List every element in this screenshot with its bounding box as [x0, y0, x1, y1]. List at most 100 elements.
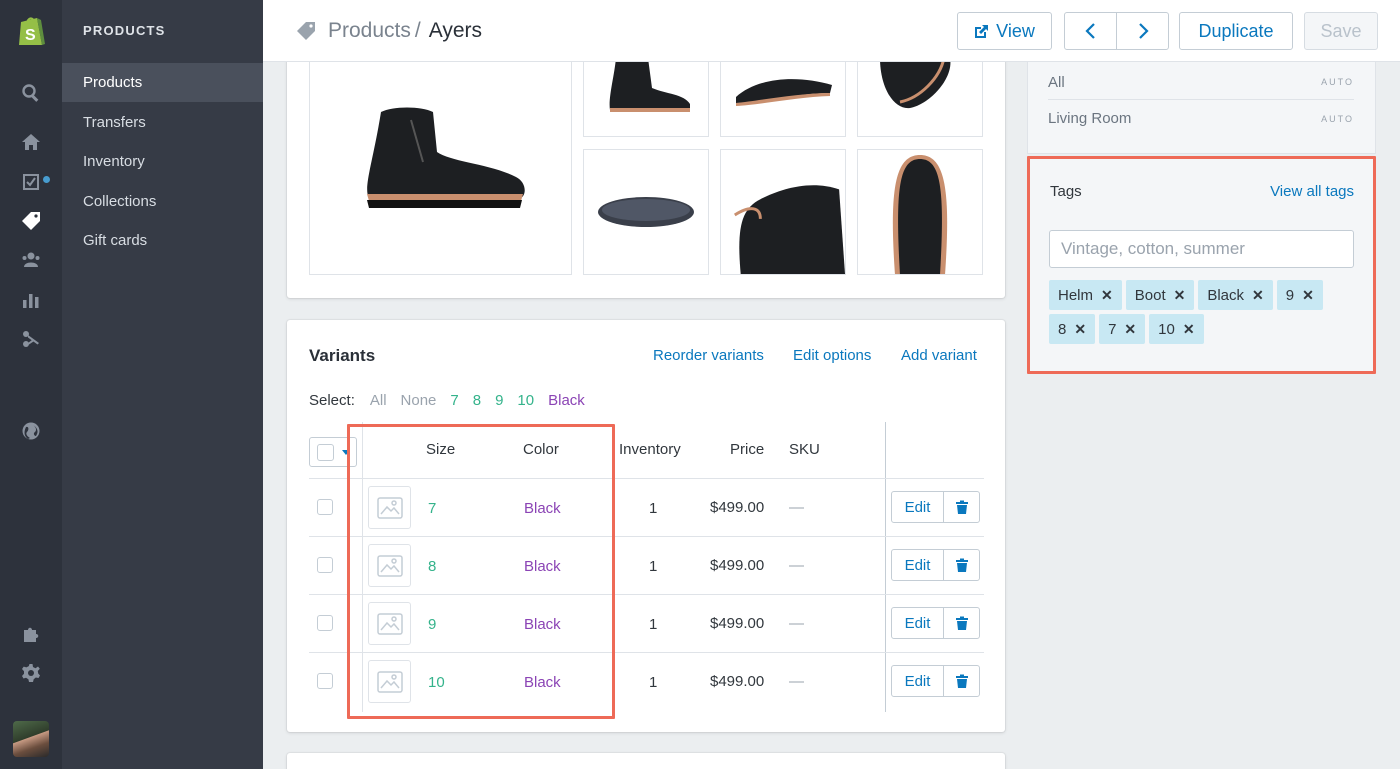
- collection-item[interactable]: All AUTO: [1048, 65, 1354, 100]
- edit-variant-button[interactable]: Edit: [891, 549, 944, 581]
- tag-chip: Helm ✕: [1049, 280, 1122, 310]
- delete-variant-button[interactable]: [943, 665, 980, 697]
- subnav-title: PRODUCTS: [83, 23, 166, 38]
- tag-chip: 8 ✕: [1049, 314, 1096, 344]
- reorder-variants-link[interactable]: Reorder variants: [653, 347, 764, 364]
- select-size-8-link[interactable]: 8: [473, 392, 481, 409]
- variant-image-placeholder[interactable]: [368, 544, 411, 587]
- variant-price: $499.00: [710, 499, 765, 516]
- main-product-image[interactable]: [309, 40, 572, 275]
- variant-size[interactable]: 8: [428, 558, 436, 575]
- variant-row-checkbox[interactable]: [317, 615, 333, 631]
- subnav-item-gift-cards[interactable]: Gift cards: [62, 221, 263, 260]
- top-bar: Products / Ayers View Duplicate Save: [263, 0, 1400, 62]
- column-header-size: Size: [426, 441, 456, 458]
- add-variant-link[interactable]: Add variant: [901, 347, 977, 364]
- image-placeholder-icon: [376, 670, 403, 693]
- tag-label: 8: [1058, 320, 1067, 338]
- user-avatar[interactable]: [13, 721, 49, 757]
- thumbnail-boot-top[interactable]: [857, 149, 983, 275]
- variant-select-row: Select: All None 7 8 9 10 Black: [309, 392, 599, 409]
- view-button-label: View: [996, 20, 1035, 41]
- previous-product-button[interactable]: [1064, 12, 1117, 50]
- variant-color[interactable]: Black: [524, 616, 561, 633]
- subnav-item-transfers[interactable]: Transfers: [62, 103, 263, 142]
- variant-image-placeholder[interactable]: [368, 602, 411, 645]
- reports-icon[interactable]: [19, 288, 43, 312]
- column-header-inventory: Inventory: [619, 441, 681, 458]
- select-size-10-link[interactable]: 10: [517, 392, 534, 409]
- thumbnail-boot-back[interactable]: [720, 149, 846, 275]
- subnav-item-inventory[interactable]: Inventory: [62, 142, 263, 181]
- edit-variant-button[interactable]: Edit: [891, 491, 944, 523]
- tag-chip: 10 ✕: [1149, 314, 1204, 344]
- variant-color[interactable]: Black: [524, 674, 561, 691]
- customers-icon[interactable]: [19, 248, 43, 272]
- delete-variant-button[interactable]: [943, 491, 980, 523]
- variant-size[interactable]: 10: [428, 674, 445, 691]
- products-subnav: PRODUCTS Products Transfers Inventory Co…: [62, 0, 263, 769]
- select-color-black-link[interactable]: Black: [548, 392, 585, 409]
- variant-color[interactable]: Black: [524, 500, 561, 517]
- discounts-icon[interactable]: [19, 327, 43, 351]
- next-product-button[interactable]: [1116, 12, 1169, 50]
- remove-tag-icon[interactable]: ✕: [1124, 321, 1136, 338]
- settings-gear-icon[interactable]: [19, 661, 43, 685]
- remove-tag-icon[interactable]: ✕: [1183, 321, 1195, 338]
- variant-image-placeholder[interactable]: [368, 660, 411, 703]
- tag-label: 7: [1108, 320, 1117, 338]
- subnav-item-products[interactable]: Products: [62, 63, 263, 102]
- remove-tag-icon[interactable]: ✕: [1302, 287, 1314, 304]
- variant-sku: —: [789, 673, 804, 690]
- column-header-sku: SKU: [789, 441, 820, 458]
- variant-row-checkbox[interactable]: [317, 557, 333, 573]
- remove-tag-icon[interactable]: ✕: [1174, 287, 1186, 304]
- home-icon[interactable]: [19, 130, 43, 154]
- edit-variant-button[interactable]: Edit: [891, 665, 944, 697]
- column-header-color: Color: [523, 441, 559, 458]
- variant-size[interactable]: 7: [428, 500, 436, 517]
- tags-input[interactable]: [1049, 230, 1354, 268]
- variant-row-checkbox[interactable]: [317, 673, 333, 689]
- collections-card: All AUTO Living Room AUTO: [1027, 62, 1376, 154]
- delete-variant-button[interactable]: [943, 549, 980, 581]
- apps-puzzle-icon[interactable]: [19, 622, 43, 646]
- orders-icon[interactable]: [19, 170, 43, 194]
- edit-variant-button[interactable]: Edit: [891, 607, 944, 639]
- subnav-item-collections[interactable]: Collections: [62, 182, 263, 221]
- shopify-logo-icon[interactable]: S: [15, 12, 47, 48]
- select-none-link[interactable]: None: [401, 392, 437, 409]
- trash-icon: [955, 558, 968, 572]
- collection-label: All: [1048, 73, 1065, 91]
- remove-tag-icon[interactable]: ✕: [1101, 287, 1113, 304]
- svg-text:S: S: [25, 27, 36, 44]
- duplicate-button[interactable]: Duplicate: [1179, 12, 1293, 50]
- bulk-select-dropdown[interactable]: [309, 437, 357, 467]
- edit-options-link[interactable]: Edit options: [793, 347, 871, 364]
- variant-color[interactable]: Black: [524, 558, 561, 575]
- view-button[interactable]: View: [957, 12, 1052, 50]
- thumbnail-boot-sole[interactable]: [583, 149, 709, 275]
- select-size-7-link[interactable]: 7: [450, 392, 458, 409]
- variant-size[interactable]: 9: [428, 616, 436, 633]
- remove-tag-icon[interactable]: ✕: [1074, 321, 1086, 338]
- view-all-tags-link[interactable]: View all tags: [1270, 183, 1354, 200]
- tag-label: 9: [1285, 286, 1295, 304]
- remove-tag-icon[interactable]: ✕: [1252, 287, 1264, 304]
- bulk-select-checkbox[interactable]: [317, 444, 334, 461]
- collection-item[interactable]: Living Room AUTO: [1048, 101, 1354, 136]
- breadcrumb-products-link[interactable]: Products: [328, 19, 411, 43]
- select-all-link[interactable]: All: [370, 392, 387, 409]
- variant-sku: —: [789, 499, 804, 516]
- products-tag-icon[interactable]: [19, 209, 43, 233]
- online-store-globe-icon[interactable]: [19, 419, 43, 443]
- delete-variant-button[interactable]: [943, 607, 980, 639]
- search-icon[interactable]: [19, 81, 43, 105]
- row-divider: [309, 652, 984, 653]
- product-tag-icon: [297, 22, 315, 40]
- select-size-9-link[interactable]: 9: [495, 392, 503, 409]
- variant-row-checkbox[interactable]: [317, 499, 333, 515]
- row-divider: [309, 594, 984, 595]
- save-button[interactable]: Save: [1304, 12, 1378, 50]
- variant-image-placeholder[interactable]: [368, 486, 411, 529]
